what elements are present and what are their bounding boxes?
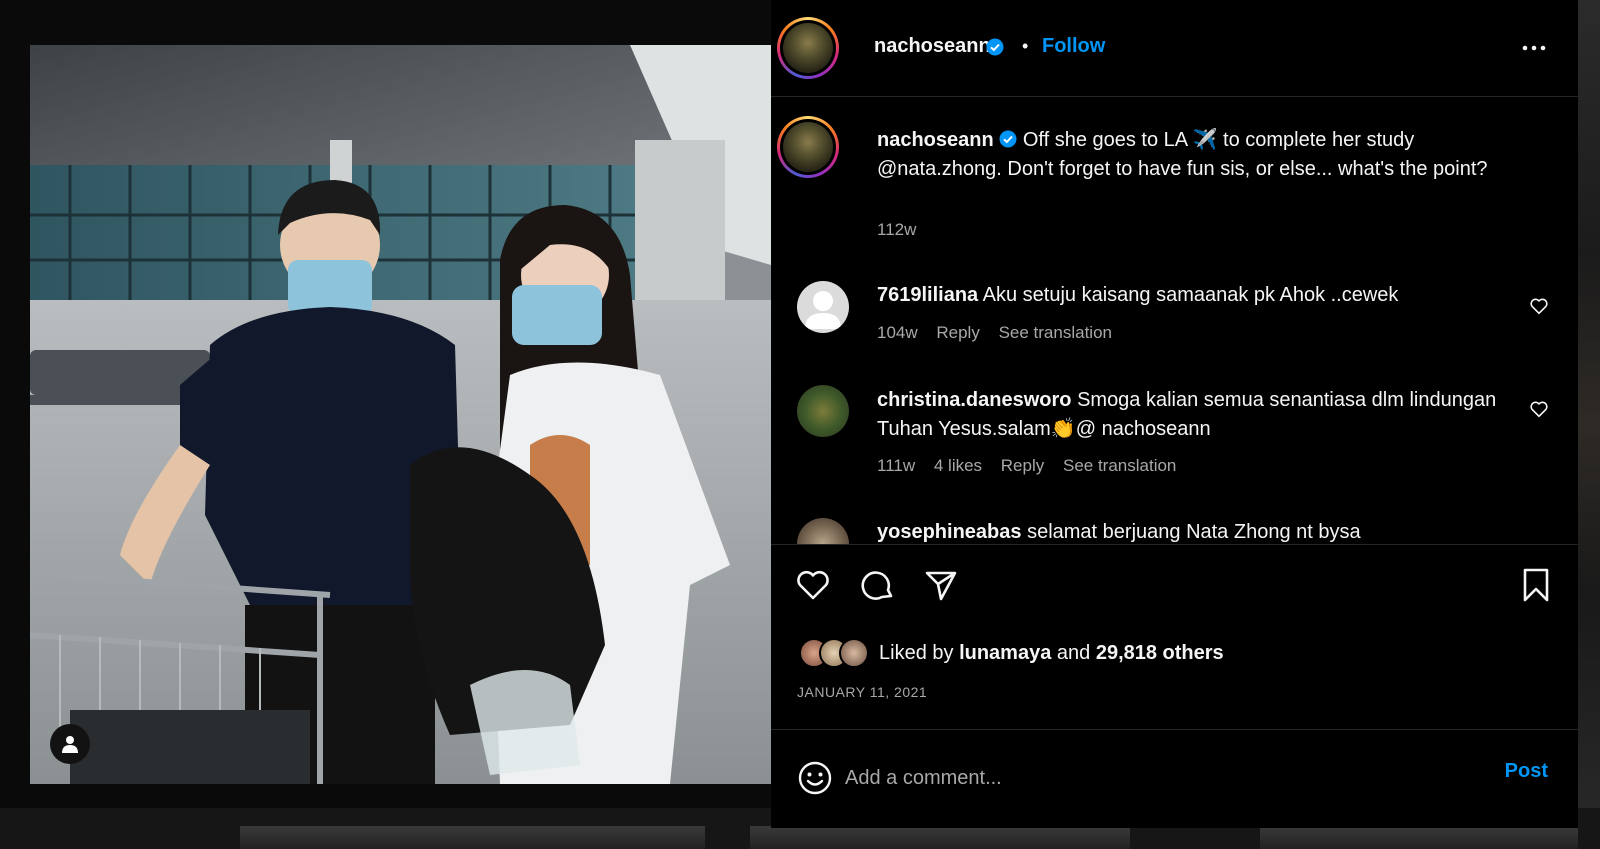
author-username[interactable]: nachoseann [874, 35, 991, 58]
comment-like-heart-icon[interactable] [1528, 398, 1550, 420]
caption-age: 112w [877, 220, 917, 239]
likes-and: and [1056, 641, 1091, 664]
caption-author-avatar[interactable] [777, 116, 839, 178]
comment-item: christina.danesworo Smoga kalian semua s… [877, 386, 1497, 444]
follow-button[interactable]: Follow [1042, 35, 1105, 58]
see-translation-button[interactable]: See translation [1063, 456, 1176, 475]
heart-icon[interactable] [793, 565, 833, 605]
commenter-avatar[interactable] [797, 518, 849, 544]
share-icon[interactable] [921, 565, 961, 605]
emoji-icon[interactable] [797, 760, 833, 796]
likes-text: Liked by lunamaya and 29,818 others [879, 642, 1224, 665]
post-comment-button[interactable]: Post [1505, 760, 1548, 783]
liker-username[interactable]: lunamaya [959, 642, 1051, 664]
default-avatar-icon [805, 291, 841, 329]
commenter-avatar[interactable] [797, 281, 849, 333]
comment-meta: 111w 4 likes Reply See translation [877, 456, 1190, 476]
author-avatar[interactable] [777, 17, 839, 79]
commenter-avatar[interactable] [797, 385, 849, 437]
comment-age: 111w [877, 456, 916, 475]
post-actions: Liked by lunamaya and 29,818 others JANU… [771, 544, 1578, 729]
post-header: nachoseann • Follow [771, 0, 1578, 97]
backdrop-tile [240, 826, 705, 849]
comment-username[interactable]: christina.danesworo [877, 389, 1072, 411]
user-tag-icon [62, 736, 78, 753]
comment-like-heart-icon[interactable] [1528, 295, 1550, 317]
post-details-panel: nachoseann • Follow nachoseann Off she g… [771, 0, 1578, 828]
user-tag-button[interactable] [50, 724, 90, 764]
comment-likes-count[interactable]: 4 likes [934, 456, 982, 475]
more-options-icon[interactable] [1520, 36, 1548, 60]
post-date: JANUARY 11, 2021 [797, 684, 928, 700]
comments-list[interactable]: nachoseann Off she goes to LA ✈️ to comp… [771, 98, 1578, 544]
comment-age: 104w [877, 323, 918, 342]
liker-avatar [839, 638, 869, 668]
backdrop-grid-edge [1578, 0, 1600, 849]
reply-button[interactable]: Reply [1001, 456, 1044, 475]
comment-icon[interactable] [857, 565, 897, 605]
reply-button[interactable]: Reply [936, 323, 979, 342]
backdrop-tile [1260, 826, 1578, 849]
verified-badge-icon [986, 38, 1004, 56]
likes-count[interactable]: 29,818 others [1096, 642, 1224, 664]
comment-input[interactable] [845, 758, 1445, 798]
verified-badge-icon [999, 130, 1017, 148]
likes-summary[interactable]: Liked by lunamaya and 29,818 others [799, 637, 1224, 669]
bookmark-icon[interactable] [1516, 565, 1556, 605]
caption-meta: 112w [877, 220, 930, 240]
see-translation-button[interactable]: See translation [999, 323, 1112, 342]
separator-dot: • [1022, 36, 1029, 56]
post-image[interactable] [30, 45, 771, 784]
comment-item: 7619liliana Aku setuju kaisang samaanak … [877, 281, 1497, 310]
comment-username[interactable]: 7619liliana [877, 284, 978, 306]
backdrop-tile [750, 826, 1130, 849]
add-comment-bar: Post [771, 729, 1578, 828]
comment-text: Aku setuju kaisang samaanak pk Ahok ..ce… [982, 284, 1399, 306]
comment-meta: 104w Reply See translation [877, 323, 1126, 343]
comment-text: selamat berjuang Nata Zhong nt bysa [1027, 521, 1361, 543]
comment-username[interactable]: yosephineabas [877, 521, 1022, 543]
post-photo-illustration [30, 45, 771, 784]
likes-prefix: Liked by [879, 641, 954, 664]
post-caption: nachoseann Off she goes to LA ✈️ to comp… [877, 126, 1497, 184]
caption-username[interactable]: nachoseann [877, 129, 994, 151]
comment-item: yosephineabas selamat berjuang Nata Zhon… [877, 518, 1497, 544]
